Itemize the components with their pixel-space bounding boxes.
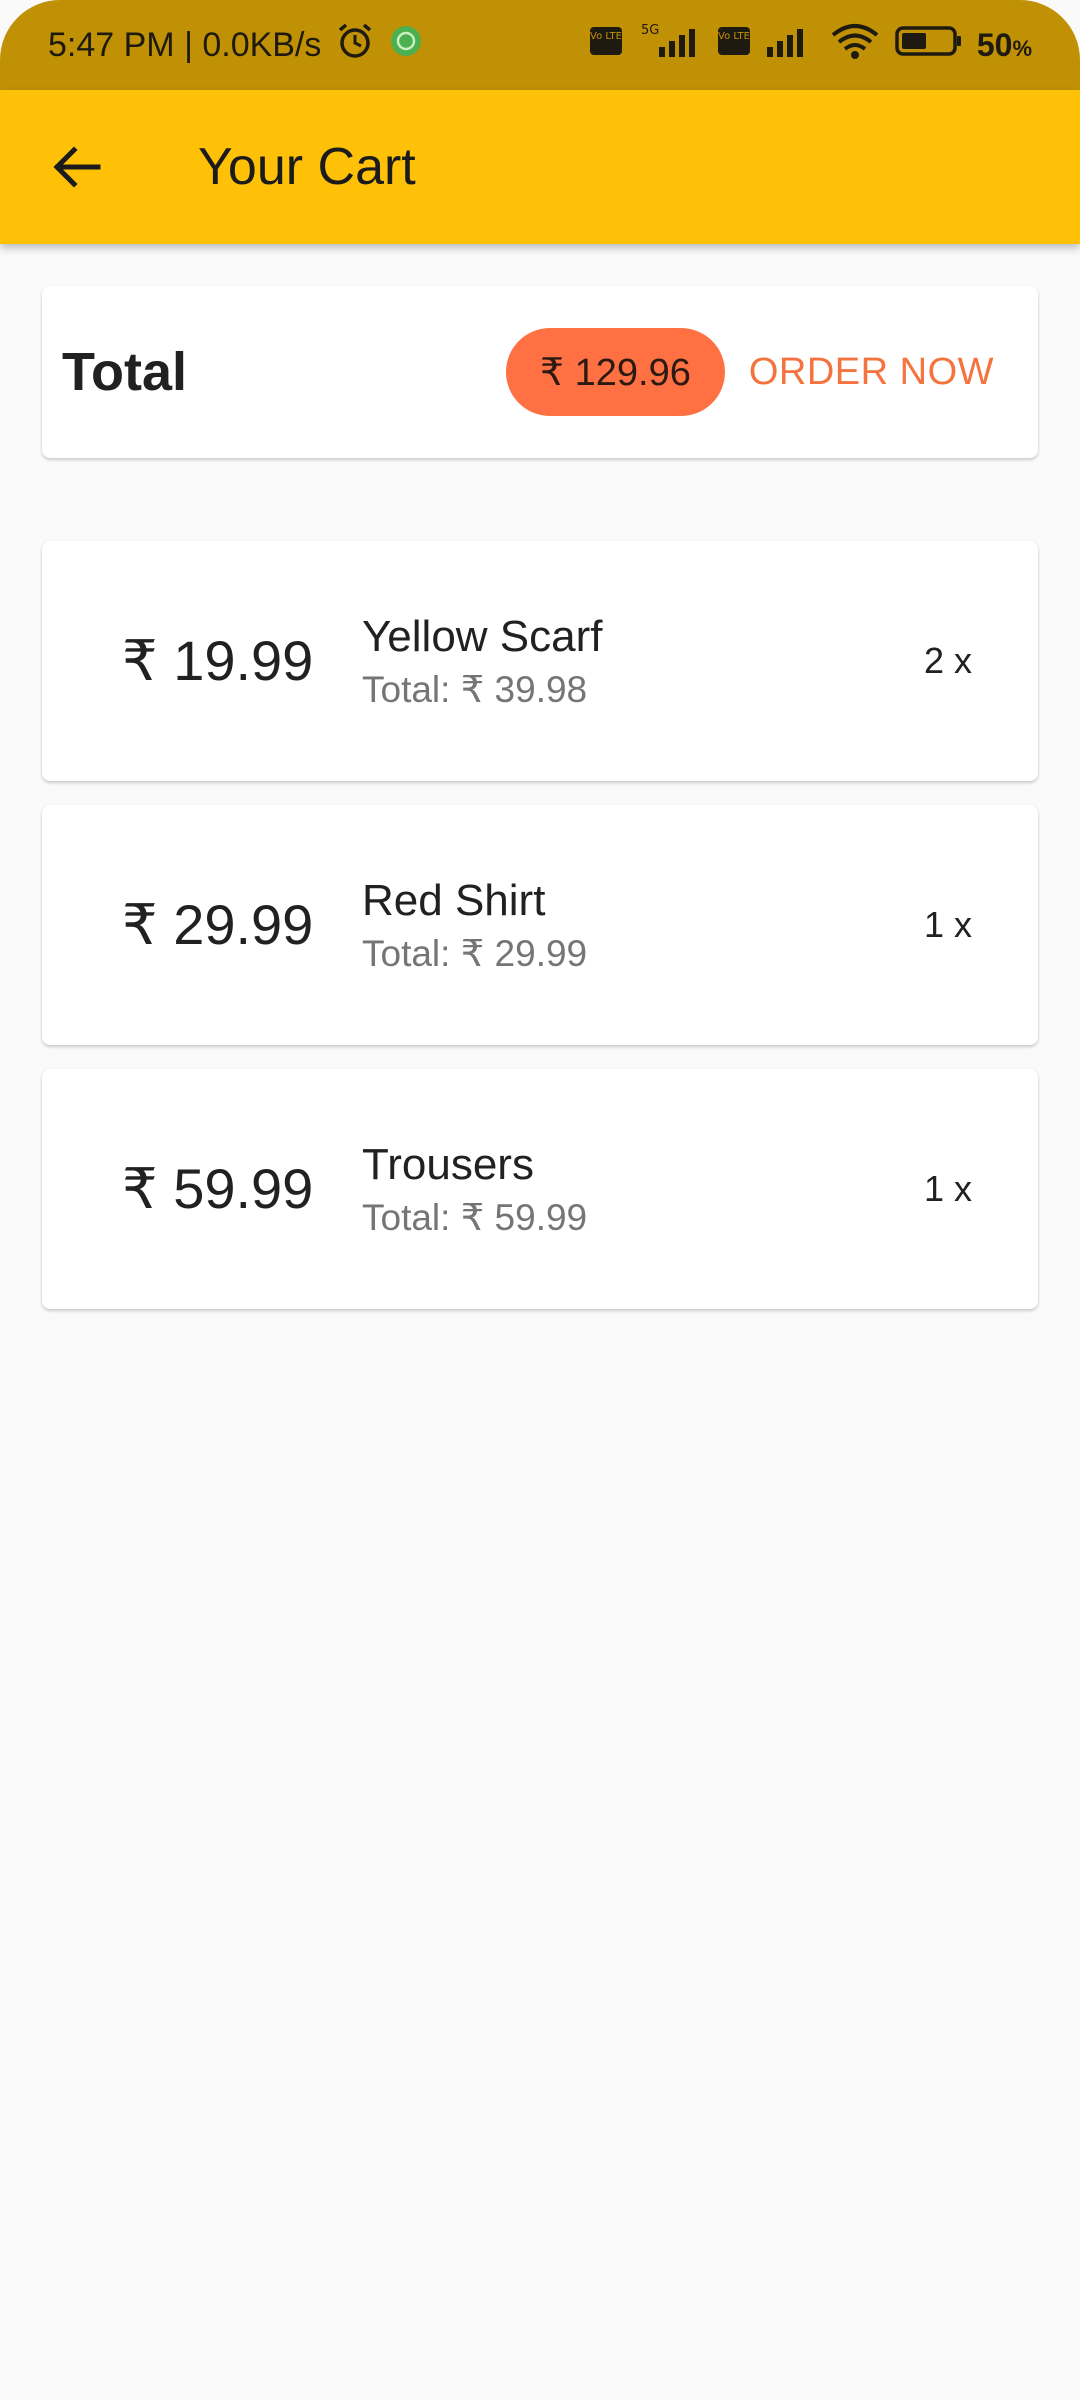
item-quantity: 1 x <box>923 1168 972 1209</box>
total-card: Total ₹ 129.96 ORDER NOW <box>42 286 1038 458</box>
battery-fill <box>901 32 926 49</box>
status-left: 5:47 PM | 0.0KB/s <box>48 21 423 70</box>
item-total: Total: ₹ 39.98 <box>362 668 588 710</box>
status-right: Vo LTE 5G Vo LTE 50% <box>589 21 1032 70</box>
item-price: ₹ 29.99 <box>122 893 314 956</box>
battery-percent-unit: % <box>1012 35 1032 61</box>
item-total: Total: ₹ 29.99 <box>362 932 588 974</box>
volte-icon: Vo LTE <box>589 24 623 67</box>
item-quantity: 2 x <box>923 640 972 681</box>
item-price: ₹ 59.99 <box>122 1157 314 1220</box>
item-name: Red Shirt <box>362 875 546 925</box>
item-info: Trousers Total: ₹ 59.99 <box>362 1140 587 1239</box>
item-quantity: 1 x <box>923 904 972 945</box>
cart-item[interactable]: ₹ 59.99 Trousers Total: ₹ 59.99 1 x <box>42 1069 1038 1309</box>
wifi-icon <box>829 21 881 70</box>
item-price: ₹ 19.99 <box>122 629 314 692</box>
total-label: Total <box>62 342 187 402</box>
battery-icon <box>895 24 963 67</box>
item-total: Total: ₹ 59.99 <box>362 1196 588 1238</box>
alarm-icon <box>335 21 375 70</box>
status-time-network: 5:47 PM | 0.0KB/s <box>48 25 322 64</box>
battery-percent: 50 <box>976 26 1013 63</box>
item-name: Yellow Scarf <box>362 611 603 661</box>
status-bar: 5:47 PM | 0.0KB/s Vo LTE 5G Vo LTE 50% <box>0 0 1080 90</box>
item-info: Red Shirt Total: ₹ 29.99 <box>362 876 587 975</box>
app-notification-icon <box>389 24 423 67</box>
network-5g-label: 5G <box>641 23 659 38</box>
arrow-back-icon <box>53 146 101 188</box>
signal-5g-icon: 5G <box>637 21 703 70</box>
sim2-label: Vo LTE <box>718 31 750 42</box>
page-title: Your Cart <box>198 138 416 196</box>
signal-icon <box>765 23 815 68</box>
sim1-label: Vo LTE <box>590 31 622 42</box>
back-button[interactable] <box>28 119 124 215</box>
cart-item[interactable]: ₹ 29.99 Red Shirt Total: ₹ 29.99 1 x <box>42 805 1038 1045</box>
total-amount-chip: ₹ 129.96 <box>505 328 725 416</box>
order-now-button[interactable]: ORDER NOW <box>749 341 994 404</box>
cart-item[interactable]: ₹ 19.99 Yellow Scarf Total: ₹ 39.98 2 x <box>42 541 1038 781</box>
item-name: Trousers <box>362 1139 534 1189</box>
app-bar: Your Cart <box>0 90 1080 244</box>
item-info: Yellow Scarf Total: ₹ 39.98 <box>362 612 603 711</box>
volte-icon-2: Vo LTE <box>717 24 751 67</box>
